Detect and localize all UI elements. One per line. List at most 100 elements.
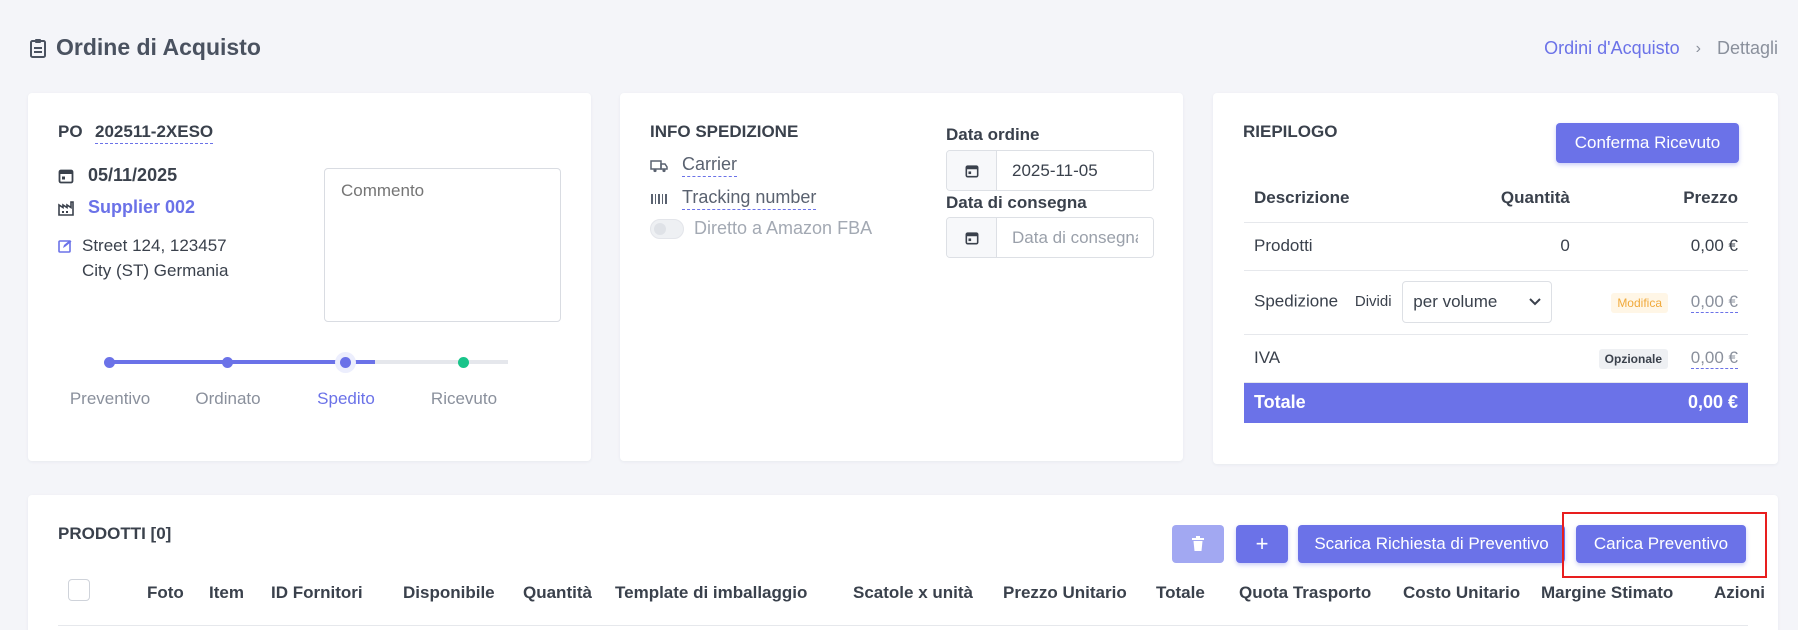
summary-title: RIEPILOGO: [1243, 122, 1338, 141]
summary-row-vat: IVA Opzionale 0,00 €: [1244, 334, 1748, 383]
col-photo: Foto: [147, 583, 184, 602]
address-line2: City (ST) Germania: [82, 261, 229, 280]
vat-label: IVA: [1244, 334, 1434, 383]
highlight-box: [1562, 512, 1767, 578]
order-info-card: PO 202511-2XESO 05/11/2025 Supplier 002: [28, 93, 591, 461]
delivery-date-input[interactable]: [997, 218, 1153, 257]
col-supplier-ids: ID Fornitori: [271, 583, 363, 602]
col-unit-cost: Costo Unitario: [1403, 583, 1521, 602]
step-dot-spedito: [340, 357, 351, 368]
col-total: Totale: [1156, 583, 1205, 602]
shipping-label: Spedizione: [1254, 291, 1339, 311]
breadcrumb: Ordini d'Acquisto › Dettagli: [1544, 38, 1778, 59]
delivery-date-addon: [947, 218, 997, 257]
shipping-title: INFO SPEDIZIONE: [650, 122, 799, 141]
summary-row-shipping: Spedizione Dividi per volume Modifica 0,…: [1244, 270, 1748, 335]
chevron-down-icon: [1529, 298, 1541, 306]
breadcrumb-parent-link[interactable]: Ordini d'Acquisto: [1544, 38, 1680, 59]
summary-row-products: Prodotti 0 0,00 €: [1244, 222, 1748, 271]
download-quote-request-button[interactable]: Scarica Richiesta di Preventivo: [1298, 525, 1565, 563]
col-packing-template: Template di imballaggio: [615, 583, 808, 602]
products-price: 0,00 €: [1579, 222, 1748, 271]
page: Ordine di Acquisto Ordini d'Acquisto › D…: [0, 0, 1798, 630]
col-description: Descrizione: [1244, 175, 1434, 223]
split-select[interactable]: per volume: [1402, 281, 1553, 323]
vat-price-editable[interactable]: 0,00 €: [1690, 348, 1738, 369]
step-dot-preventivo: [104, 357, 115, 368]
col-quantity: Quantità: [1433, 175, 1580, 223]
clipboard-icon: [30, 38, 46, 58]
factory-icon: [58, 200, 74, 216]
products-qty: 0: [1433, 222, 1580, 271]
po-label: PO: [58, 122, 83, 141]
calendar-icon: [965, 164, 978, 177]
col-actions: Azioni: [1714, 583, 1765, 602]
add-product-button[interactable]: +: [1236, 525, 1288, 563]
fba-toggle[interactable]: [650, 218, 684, 239]
order-date-label: Data ordine: [946, 125, 1040, 144]
confirm-received-button[interactable]: Conferma Ricevuto: [1556, 123, 1739, 163]
select-all-checkbox[interactable]: [68, 579, 90, 601]
order-date-row: 05/11/2025: [58, 165, 177, 186]
page-title: Ordine di Acquisto: [56, 34, 261, 60]
col-estimated-margin: Margine Stimato: [1541, 583, 1674, 602]
summary-table: Descrizione Quantità Prezzo Prodotti 0 0…: [1244, 175, 1748, 423]
supplier-link[interactable]: Supplier 002: [88, 197, 195, 218]
breadcrumb-current: Dettagli: [1716, 38, 1778, 58]
po-number-editable[interactable]: 202511-2XESO: [95, 122, 214, 144]
summary-row-total: Totale 0,00 €: [1244, 382, 1748, 423]
fba-label: Diretto a Amazon FBA: [694, 218, 873, 238]
address-line1: Street 124, 123457: [82, 236, 227, 255]
col-quantity: Quantità: [523, 583, 592, 602]
shipping-info-card: INFO SPEDIZIONE Carrier Tracking number: [620, 93, 1183, 461]
carrier-editable[interactable]: Carrier: [682, 154, 738, 177]
edit-shipping-badge[interactable]: Modifica: [1611, 293, 1668, 313]
delivery-date-group: [946, 217, 1154, 258]
col-shipping-share: Quota Trasporto: [1239, 583, 1372, 602]
trash-icon: [1192, 536, 1204, 551]
total-label: Totale: [1244, 382, 1434, 423]
calendar-icon: [58, 169, 74, 183]
barcode-icon: [651, 193, 667, 204]
supplier-row: Supplier 002: [58, 197, 195, 218]
col-boxes-per-unit: Scatole x unità: [853, 583, 973, 602]
comment-textarea[interactable]: [324, 168, 561, 322]
edit-icon[interactable]: [58, 239, 72, 253]
col-item: Item: [209, 583, 244, 602]
address-block: Street 124, 123457 City (ST) Germania: [58, 233, 228, 283]
order-date-addon: [947, 151, 997, 190]
products-title: PRODOTTI [0]: [58, 524, 172, 543]
truck-icon: [650, 159, 668, 172]
summary-card: RIEPILOGO Conferma Ricevuto Descrizione …: [1213, 93, 1778, 464]
split-label: Dividi: [1354, 293, 1392, 311]
col-unit-price: Prezzo Unitario: [1003, 583, 1127, 602]
optional-badge: Opzionale: [1598, 349, 1668, 369]
order-date-group: [946, 150, 1154, 191]
col-price: Prezzo: [1579, 175, 1748, 223]
tracking-editable[interactable]: Tracking number: [682, 187, 817, 210]
step-label-preventivo[interactable]: Preventivo: [45, 389, 175, 409]
delete-button[interactable]: [1172, 525, 1224, 563]
step-dot-ricevuto: [458, 357, 469, 368]
fba-row: Diretto a Amazon FBA: [650, 218, 872, 239]
step-label-spedito[interactable]: Spedito: [281, 389, 411, 409]
delivery-date-label: Data di consegna: [946, 193, 1087, 212]
split-select-value: per volume: [1413, 292, 1498, 311]
step-label-ricevuto[interactable]: Ricevuto: [399, 389, 529, 409]
products-card: PRODOTTI [0] + Scarica Richiesta di Prev…: [28, 495, 1778, 630]
col-available: Disponibile: [403, 583, 495, 602]
tracking-row: Tracking number: [650, 187, 817, 210]
carrier-row: Carrier: [650, 154, 738, 177]
step-dot-ordinato: [222, 357, 233, 368]
products-label: Prodotti: [1244, 222, 1434, 271]
order-date: 05/11/2025: [88, 165, 178, 185]
step-label-ordinato[interactable]: Ordinato: [163, 389, 293, 409]
shipping-price-editable[interactable]: 0,00 €: [1690, 292, 1738, 313]
products-table-header: Foto Item ID Fornitori Disponibile Quant…: [58, 579, 1765, 626]
progress-fill: [110, 360, 375, 364]
calendar-icon: [965, 231, 978, 244]
page-header: Ordine di Acquisto: [28, 34, 261, 61]
order-date-input[interactable]: [997, 151, 1153, 190]
total-price: 0,00 €: [1579, 382, 1748, 423]
chevron-right-icon: ›: [1695, 39, 1701, 57]
